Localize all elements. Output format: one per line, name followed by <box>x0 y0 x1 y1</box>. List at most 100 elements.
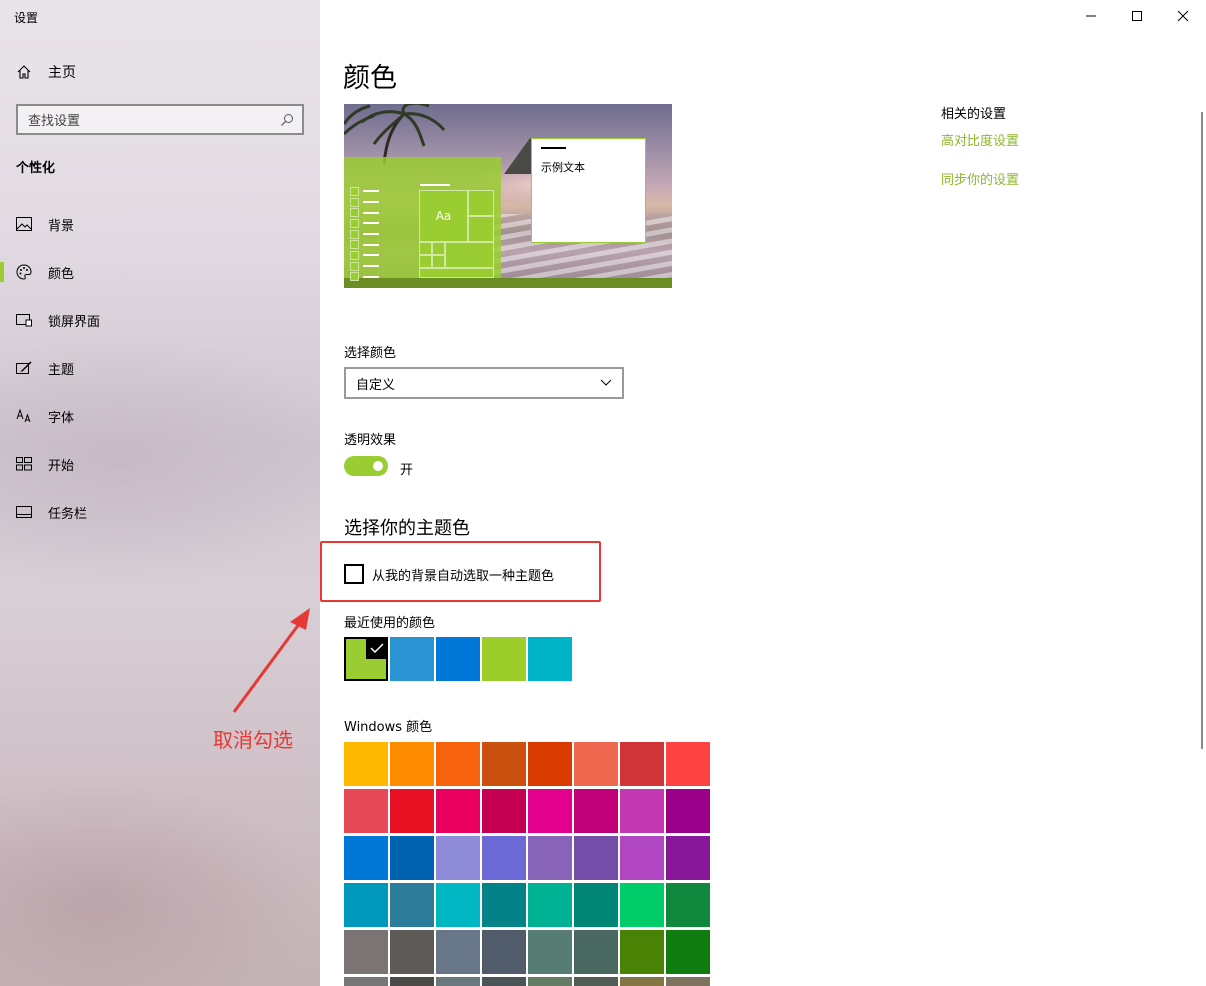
maximize-button[interactable] <box>1114 0 1160 32</box>
related-settings-heading: 相关的设置 <box>941 107 1007 122</box>
windows-color-swatch[interactable] <box>344 930 388 974</box>
high-contrast-link[interactable]: 高对比度设置 <box>941 130 1019 149</box>
sidebar-item-lockscreen[interactable]: 锁屏界面 <box>0 300 320 340</box>
windows-color-swatch[interactable] <box>482 789 526 833</box>
sync-settings-link[interactable]: 同步你的设置 <box>941 169 1019 188</box>
minimize-icon <box>1086 15 1096 17</box>
windows-color-swatch[interactable] <box>620 836 664 880</box>
windows-color-swatch[interactable] <box>574 977 618 986</box>
windows-color-swatch[interactable] <box>436 977 480 986</box>
windows-color-swatch[interactable] <box>436 930 480 974</box>
sidebar-item-background[interactable]: 背景 <box>0 204 320 244</box>
windows-color-swatch[interactable] <box>574 742 618 786</box>
windows-color-swatch[interactable] <box>482 930 526 974</box>
windows-color-swatch[interactable] <box>666 742 710 786</box>
preview-tile-line <box>420 184 450 186</box>
windows-color-swatch[interactable] <box>482 883 526 927</box>
windows-color-swatch[interactable] <box>666 836 710 880</box>
picture-icon <box>16 216 32 232</box>
windows-color-swatch[interactable] <box>390 742 434 786</box>
auto-pick-checkbox[interactable] <box>344 564 364 584</box>
windows-color-swatch[interactable] <box>528 742 572 786</box>
sidebar: 设置 主页 查找设置 个性化 背景 颜色 锁屏界面 主题 字体 开始 任务栏 <box>0 0 320 986</box>
preview-sample-text: 示例文本 <box>541 161 585 174</box>
windows-color-swatch[interactable] <box>528 977 572 986</box>
annotation-text: 取消勾选 <box>213 728 293 752</box>
windows-color-swatch[interactable] <box>390 930 434 974</box>
sidebar-item-fonts[interactable]: 字体 <box>0 396 320 436</box>
sidebar-item-taskbar[interactable]: 任务栏 <box>0 492 320 532</box>
taskbar-icon <box>16 504 32 520</box>
windows-color-swatch[interactable] <box>666 883 710 927</box>
sidebar-item-start[interactable]: 开始 <box>0 444 320 484</box>
sidebar-item-label: 颜色 <box>48 266 75 282</box>
section-title: 个性化 <box>16 161 56 176</box>
windows-color-swatch[interactable] <box>390 836 434 880</box>
search-icon[interactable] <box>280 113 294 127</box>
windows-color-swatch[interactable] <box>666 977 710 986</box>
preview-taskbar <box>344 278 672 288</box>
windows-color-swatch[interactable] <box>482 977 526 986</box>
scrollbar[interactable] <box>1201 112 1203 749</box>
windows-color-swatch[interactable] <box>390 789 434 833</box>
recent-color-swatch[interactable] <box>482 637 526 681</box>
theme-brush-icon <box>16 360 32 376</box>
search-placeholder: 查找设置 <box>28 114 81 129</box>
color-preview: Aa 示例文本 <box>344 104 672 288</box>
windows-color-swatch[interactable] <box>482 742 526 786</box>
windows-color-swatch[interactable] <box>344 836 388 880</box>
choose-color-dropdown[interactable]: 自定义 <box>344 367 624 399</box>
windows-color-swatch[interactable] <box>528 789 572 833</box>
maximize-icon <box>1132 11 1142 21</box>
annotation-arrow <box>232 608 310 713</box>
windows-color-swatch[interactable] <box>390 977 434 986</box>
windows-color-swatch[interactable] <box>620 930 664 974</box>
windows-color-swatch[interactable] <box>436 789 480 833</box>
home-link[interactable]: 主页 <box>16 62 76 82</box>
windows-color-swatch[interactable] <box>390 883 434 927</box>
windows-color-swatch[interactable] <box>620 789 664 833</box>
windows-color-swatch[interactable] <box>666 789 710 833</box>
choose-color-label: 选择颜色 <box>344 346 397 361</box>
sidebar-item-themes[interactable]: 主题 <box>0 348 320 388</box>
minimize-button[interactable] <box>1068 0 1114 32</box>
recent-color-swatch[interactable] <box>436 637 480 681</box>
windows-color-swatch[interactable] <box>574 930 618 974</box>
sidebar-item-label: 开始 <box>48 458 75 474</box>
windows-color-swatch[interactable] <box>344 883 388 927</box>
sidebar-item-label: 任务栏 <box>48 506 88 522</box>
windows-color-swatch[interactable] <box>436 742 480 786</box>
sidebar-item-colors[interactable]: 颜色 <box>0 252 320 292</box>
choose-color-value: 自定义 <box>356 377 396 393</box>
windows-color-swatch[interactable] <box>482 836 526 880</box>
windows-color-swatch[interactable] <box>620 977 664 986</box>
windows-color-swatch[interactable] <box>528 836 572 880</box>
windows-color-swatch[interactable] <box>574 836 618 880</box>
font-icon <box>16 408 32 424</box>
windows-color-swatch[interactable] <box>344 789 388 833</box>
recent-color-swatch[interactable] <box>528 637 572 681</box>
lock-screen-icon <box>16 312 32 328</box>
windows-color-swatch[interactable] <box>666 930 710 974</box>
windows-color-swatch[interactable] <box>436 883 480 927</box>
auto-pick-label[interactable]: 从我的背景自动选取一种主题色 <box>372 565 554 584</box>
transparency-toggle[interactable] <box>344 456 388 476</box>
close-button[interactable] <box>1160 0 1206 32</box>
recent-color-swatch[interactable] <box>390 637 434 681</box>
search-input[interactable]: 查找设置 <box>16 104 304 135</box>
windows-color-swatch[interactable] <box>574 883 618 927</box>
windows-color-swatch[interactable] <box>436 836 480 880</box>
windows-color-swatch[interactable] <box>344 977 388 986</box>
windows-color-swatch[interactable] <box>620 883 664 927</box>
page-title: 颜色 <box>343 63 397 94</box>
transparency-label: 透明效果 <box>344 433 397 448</box>
windows-color-swatch[interactable] <box>528 883 572 927</box>
windows-color-swatch[interactable] <box>620 742 664 786</box>
windows-color-swatch[interactable] <box>528 930 572 974</box>
accent-color-heading: 选择你的主题色 <box>344 518 470 539</box>
preview-tile-aa: Aa <box>419 190 468 242</box>
windows-color-swatch[interactable] <box>574 789 618 833</box>
recent-color-swatch[interactable] <box>344 637 388 681</box>
checkmark-icon <box>366 637 388 659</box>
windows-color-swatch[interactable] <box>344 742 388 786</box>
